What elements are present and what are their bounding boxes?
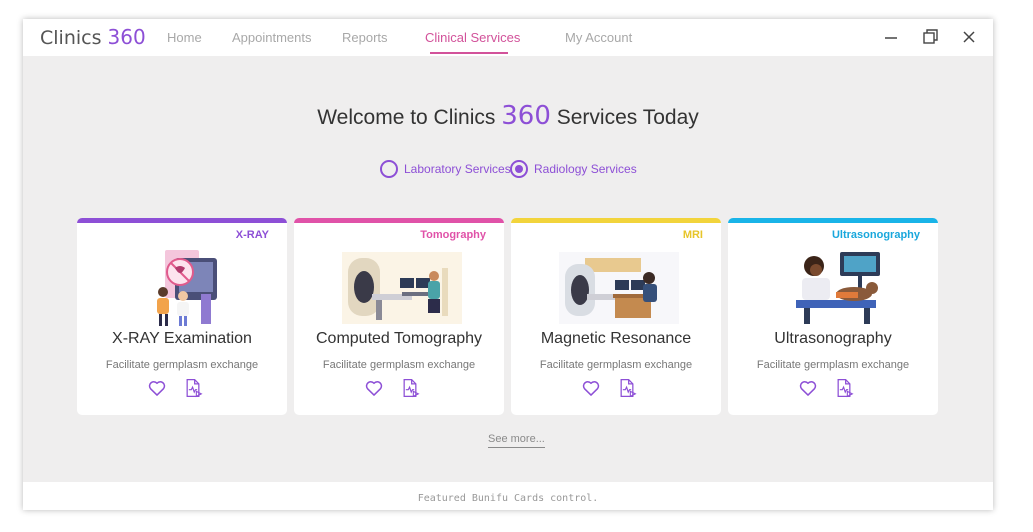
card-tag: MRI — [682, 229, 703, 241]
card-accent-bar — [77, 218, 287, 223]
card-tag: Ultrasonography — [831, 229, 920, 241]
top-bar: Clinics 360 Home Appointments Reports Cl… — [23, 19, 993, 56]
mri-illustration — [559, 252, 679, 324]
card-accent-bar — [294, 218, 504, 223]
nav-my-account[interactable]: My Account — [565, 30, 632, 45]
report-icon[interactable] — [400, 378, 420, 398]
service-card-mri[interactable]: MRI Magnetic Resonance Facilitate germpl… — [511, 218, 721, 415]
card-accent-bar — [728, 218, 938, 223]
report-icon[interactable] — [834, 378, 854, 398]
footer: Featured Bunifu Cards control. — [23, 482, 993, 510]
card-tag: Tomography — [420, 229, 486, 241]
brand-logo: Clinics 360 — [40, 25, 146, 49]
nav-appointments[interactable]: Appointments — [232, 30, 312, 45]
card-tag: X-RAY — [235, 229, 269, 241]
radio-checked-icon — [510, 160, 528, 178]
heart-icon[interactable] — [798, 378, 818, 398]
see-more-link[interactable]: See more... — [488, 433, 545, 448]
card-accent-bar — [511, 218, 721, 223]
maximize-icon[interactable] — [920, 27, 940, 47]
brand-name: Clinics — [40, 27, 102, 49]
service-card-tomography[interactable]: Tomography Computed Tomography Facilitat… — [294, 218, 504, 415]
service-card-xray[interactable]: X-RAY X-RAY Examination Facilitate germp… — [77, 218, 287, 415]
heart-icon[interactable] — [581, 378, 601, 398]
close-icon[interactable] — [959, 27, 979, 47]
tomography-illustration — [342, 252, 462, 324]
brand-number: 360 — [107, 25, 146, 49]
card-title: Computed Tomography — [315, 330, 483, 347]
service-card-ultrasonography[interactable]: Ultrasonography Ultrasonography Facilita… — [728, 218, 938, 415]
card-description: Facilitate germplasm exchange — [105, 359, 259, 371]
heart-icon[interactable] — [364, 378, 384, 398]
nav-home[interactable]: Home — [167, 30, 202, 45]
xray-illustration — [157, 250, 217, 326]
page-title: Welcome to Clinics 360 Services Today — [317, 101, 699, 131]
radio-laboratory-services[interactable]: Laboratory Services — [380, 159, 511, 179]
card-title: X-RAY Examination — [112, 330, 252, 347]
app-window: Clinics 360 Home Appointments Reports Cl… — [23, 19, 993, 510]
active-tab-indicator — [430, 52, 508, 54]
radio-radiology-services[interactable]: Radiology Services — [510, 159, 637, 179]
report-icon[interactable] — [183, 378, 203, 398]
footer-text: Featured Bunifu Cards control. — [417, 493, 599, 504]
card-description: Facilitate germplasm exchange — [539, 359, 693, 371]
card-description: Facilitate germplasm exchange — [322, 359, 476, 371]
nav-clinical-services[interactable]: Clinical Services — [425, 30, 520, 45]
radio-unchecked-icon — [380, 160, 398, 178]
minimize-icon[interactable] — [881, 27, 901, 47]
report-icon[interactable] — [617, 378, 637, 398]
nav-reports[interactable]: Reports — [342, 30, 388, 45]
card-title: Magnetic Resonance — [540, 330, 692, 347]
card-description: Facilitate germplasm exchange — [756, 359, 910, 371]
card-title: Ultrasonography — [774, 330, 892, 347]
heart-icon[interactable] — [147, 378, 167, 398]
ultrasound-illustration — [796, 252, 880, 324]
